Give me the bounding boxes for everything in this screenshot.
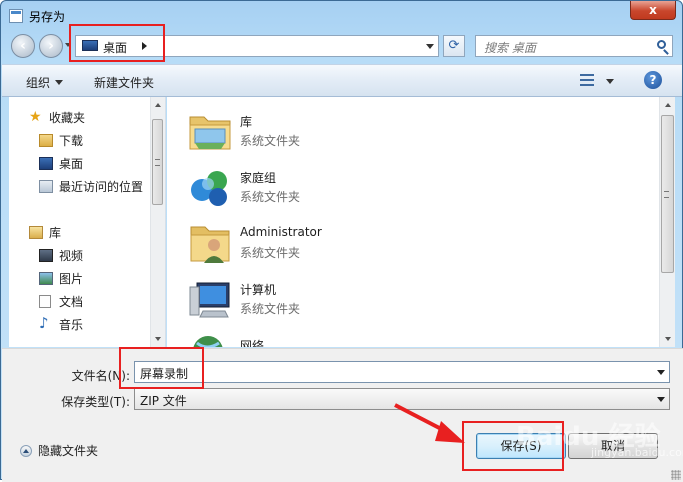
title-bar[interactable]: 另存为 x <box>1 1 682 31</box>
search-input[interactable]: 搜索 桌面 <box>484 39 536 56</box>
breadcrumb-arrow-icon[interactable] <box>142 42 147 50</box>
back-arrow-icon[interactable]: ‹ <box>11 34 35 58</box>
navigation-bar: ‹ › 桌面 ⟳ 搜索 桌面 <box>1 31 682 63</box>
file-type: 系统文件夹 <box>240 190 301 204</box>
file-list: 库 系统文件夹 家庭组 系统文件夹 Administrator 系统文件夹 计算… <box>167 97 659 347</box>
save-button[interactable]: 保存(S) <box>476 433 566 459</box>
library-folder-icon <box>189 116 231 150</box>
recent-pages-chevron-icon[interactable] <box>65 43 71 47</box>
refresh-icon[interactable]: ⟳ <box>443 35 465 57</box>
hide-folders-toggle[interactable]: 隐藏文件夹 <box>20 442 98 459</box>
file-name: 计算机 <box>240 283 277 297</box>
filename-field[interactable]: 屏幕录制 <box>134 361 670 383</box>
view-dropdown-icon[interactable] <box>606 79 614 84</box>
scroll-up-icon[interactable] <box>155 103 161 107</box>
list-item[interactable]: 网络 <box>187 329 487 347</box>
file-name: 库 <box>240 115 253 129</box>
save-options-panel: 文件名(N): 屏幕录制 保存类型(T): ZIP 文件 隐藏文件夹 保存(S)… <box>2 348 683 482</box>
recent-places-icon <box>39 180 53 193</box>
picture-icon <box>39 272 53 285</box>
filename-value[interactable]: 屏幕录制 <box>140 365 188 382</box>
filetype-value: ZIP 文件 <box>140 394 187 408</box>
user-folder-icon <box>190 226 230 263</box>
organize-label: 组织 <box>26 76 51 90</box>
file-type: 系统文件夹 <box>240 134 301 148</box>
music-icon: ♪ <box>39 314 49 332</box>
view-options-icon[interactable] <box>580 74 594 86</box>
file-type: 系统文件夹 <box>240 302 301 316</box>
search-box[interactable]: 搜索 桌面 <box>475 35 673 57</box>
file-list-scrollbar[interactable] <box>659 97 675 347</box>
hide-folders-label: 隐藏文件夹 <box>38 444 99 458</box>
file-list-scroll-thumb[interactable] <box>661 115 674 273</box>
sidebar-scroll-thumb[interactable] <box>152 119 163 205</box>
forward-arrow-icon[interactable]: › <box>39 34 63 58</box>
help-icon[interactable]: ? <box>644 71 662 89</box>
save-as-dialog: 另存为 x ‹ › 桌面 ⟳ 搜索 桌面 组织 新建文件夹 ? ★ 收藏夹 下载… <box>0 0 683 482</box>
cancel-button[interactable]: 取消 <box>568 433 658 459</box>
document-icon <box>39 295 51 308</box>
file-name: Administrator <box>240 225 322 239</box>
desktop-icon <box>82 40 98 51</box>
close-button[interactable]: x <box>630 1 676 20</box>
filename-label: 文件名(N): <box>71 369 130 383</box>
chevron-down-icon <box>55 80 64 85</box>
filetype-select[interactable]: ZIP 文件 <box>134 388 670 410</box>
download-folder-icon <box>39 134 53 147</box>
navigation-pane: ★ 收藏夹 下载 桌面 最近访问的位置 库 视频 图片 文档 ♪ 音乐 <box>9 97 166 347</box>
address-location[interactable]: 桌面 <box>103 39 127 56</box>
desktop-icon <box>39 157 53 170</box>
scroll-down-icon[interactable] <box>665 337 671 341</box>
sidebar-scrollbar[interactable] <box>150 97 165 347</box>
window-title: 另存为 <box>29 10 66 24</box>
list-item[interactable]: 库 系统文件夹 <box>187 105 487 157</box>
video-icon <box>39 249 53 262</box>
star-icon: ★ <box>29 109 42 125</box>
organize-button[interactable]: 组织 <box>26 74 64 91</box>
new-folder-button[interactable]: 新建文件夹 <box>94 74 154 91</box>
file-type: 系统文件夹 <box>240 246 301 260</box>
scroll-down-icon[interactable] <box>155 337 161 341</box>
window-icon <box>9 9 23 23</box>
filetype-dropdown-icon[interactable] <box>657 397 665 402</box>
collapse-icon <box>20 445 32 457</box>
file-name: 网络 <box>240 339 265 347</box>
homegroup-icon <box>191 171 227 206</box>
scroll-up-icon[interactable] <box>665 103 671 107</box>
list-item[interactable]: Administrator 系统文件夹 <box>187 217 487 269</box>
address-bar[interactable]: 桌面 <box>75 35 439 57</box>
resize-grip-icon[interactable] <box>671 470 681 480</box>
library-icon <box>29 226 43 239</box>
list-item[interactable]: 计算机 系统文件夹 <box>187 273 487 325</box>
file-name: 家庭组 <box>240 171 277 185</box>
address-dropdown-icon[interactable] <box>426 44 434 49</box>
network-icon <box>193 336 223 347</box>
computer-icon <box>189 282 230 318</box>
filetype-label: 保存类型(T): <box>61 395 130 409</box>
search-icon[interactable] <box>657 40 666 49</box>
list-item[interactable]: 家庭组 系统文件夹 <box>187 161 487 213</box>
filename-dropdown-icon[interactable] <box>657 370 665 375</box>
toolbar: 组织 新建文件夹 ? <box>2 64 682 97</box>
